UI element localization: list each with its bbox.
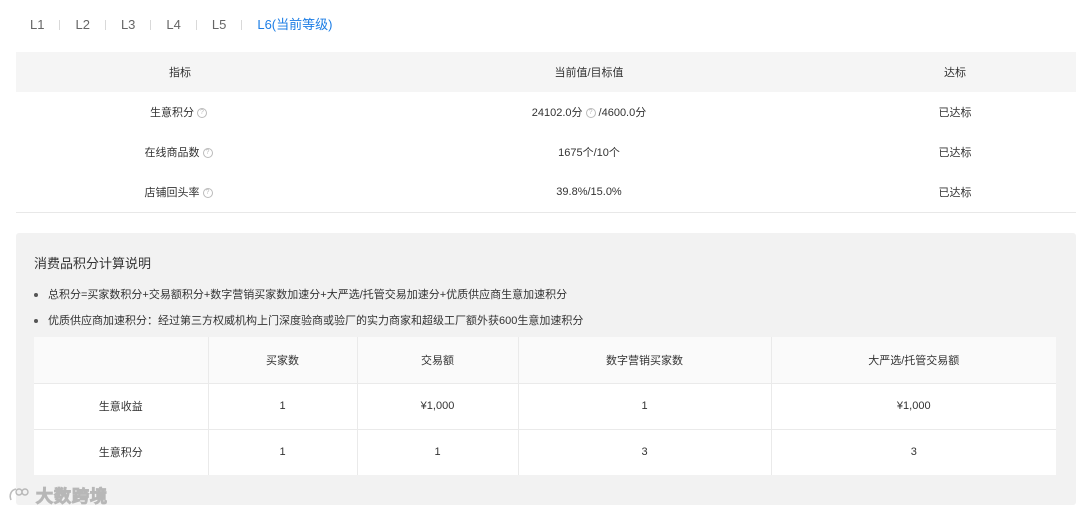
list-item: 总积分=买家数积分+交易额积分+数字营销买家数加速分+大严选/托管交易加速分+优… [34,286,567,302]
list-item: 优质供应商加速积分：经过第三方权威机构上门深度验商或验厂的实力商家和超级工厂额外… [34,312,583,328]
header-gmv: 交易额 [357,337,519,384]
header-status: 达标 [834,52,1076,92]
header-buyers: 买家数 [208,337,358,384]
watermark-logo-icon [9,487,29,500]
bullet-text: 总积分=买家数积分+交易额积分+数字营销买家数加速分+大严选/托管交易加速分+优… [48,289,568,301]
watermark-text: 大数跨境 [36,487,108,507]
metric-cell: 店铺回头率? [16,172,344,213]
score-table: 买家数 交易额 数字营销买家数 大严选/托管交易额 生意收益 1 ¥1,000 … [34,337,1056,475]
help-icon[interactable]: ? [585,108,596,119]
level-tabs: L1 L2 L3 L4 L5 L6(当前等级) [16,10,347,40]
metric-label: 店铺回头率 [144,186,200,199]
metric-label: 生意积分 [150,107,194,119]
bullet-icon [34,293,38,298]
header-managed-gmv: 大严选/托管交易额 [771,337,1056,384]
table-cell: 1 [208,429,358,475]
header-blank [34,337,209,384]
tab-l5[interactable]: L5 [197,10,241,40]
bullet-text: 优质供应商加速积分：经过第三方权威机构上门深度验商或验厂的实力商家和超级工厂额外… [48,315,584,327]
score-header-row: 买家数 交易额 数字营销买家数 大严选/托管交易额 [34,337,1056,384]
value-cell: 1675个/10个 [558,147,620,159]
tab-l6-current[interactable]: L6(当前等级) [242,10,347,40]
value-cell: 39.8%/15.0% [344,172,834,213]
table-cell: 3 [518,429,772,475]
header-current-target: 当前值/目标值 [344,52,834,92]
status-badge: 已达标 [938,107,972,119]
table-row: 在线商品数? 1675个/10个 已达标 [16,132,1076,172]
tab-l4[interactable]: L4 [151,10,195,40]
bullet-icon [34,319,38,324]
table-cell: 1 [208,383,358,430]
criteria-table: 指标 当前值/目标值 达标 生意积分? 24102.0分?/4600.0分 已达… [16,52,1076,213]
tab-l1[interactable]: L1 [16,10,59,40]
help-icon[interactable]: ? [202,187,213,198]
help-icon[interactable]: ? [202,148,213,159]
metric-label: 在线商品数 [144,147,200,159]
header-metric: 指标 [16,52,344,92]
row-label: 生意积分 [34,429,209,475]
metric-cell: 生意积分? [16,92,344,132]
table-cell: ¥1,000 [357,383,519,430]
table-cell: ¥1,000 [771,383,1056,430]
tab-l2[interactable]: L2 [60,10,104,40]
target-value: /4600.0分 [598,107,647,119]
table-cell: 1 [357,429,519,475]
score-explanation-panel: 消费品积分计算说明 总积分=买家数积分+交易额积分+数字营销买家数加速分+大严选… [16,233,1076,505]
metric-cell: 在线商品数? [16,132,344,172]
table-cell: 1 [518,383,772,430]
row-label: 生意收益 [34,383,209,430]
watermark: 大数跨境 [8,482,108,507]
help-icon[interactable]: ? [197,108,207,119]
table-row: 生意收益 1 ¥1,000 1 ¥1,000 [34,383,1056,430]
status-badge: 已达标 [834,172,1076,213]
value-cell: 24102.0分?/4600.0分 [344,92,834,132]
table-row: 店铺回头率? 39.8%/15.0% 已达标 [16,172,1076,213]
table-row: 生意积分? 24102.0分?/4600.0分 已达标 [16,92,1076,132]
status-badge: 已达标 [938,147,972,159]
table-cell: 3 [910,446,917,459]
panel-title: 消费品积分计算说明 [34,256,152,271]
tab-l3[interactable]: L3 [106,10,150,40]
criteria-header-row: 指标 当前值/目标值 达标 [16,52,1076,92]
table-row: 生意积分 1 1 3 3 [34,429,1056,475]
current-value: 24102.0分 [531,107,583,119]
header-digital-buyers: 数字营销买家数 [518,337,772,384]
